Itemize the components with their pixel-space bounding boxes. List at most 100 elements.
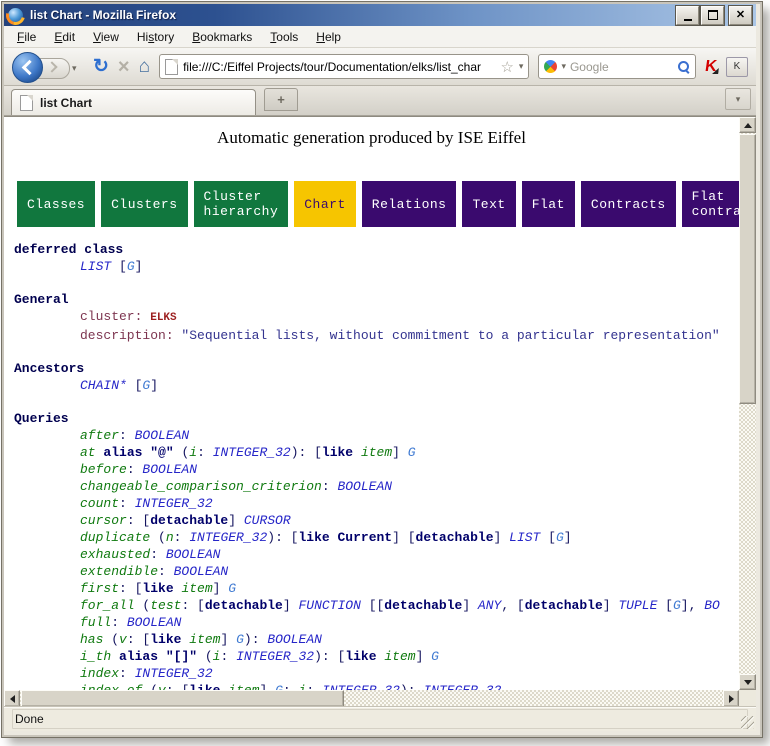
stop-button[interactable]: × (118, 57, 130, 77)
tab-bar: list Chart + ▾ (4, 86, 756, 116)
menu-item-view[interactable]: View (84, 27, 128, 47)
firefox-icon (8, 8, 23, 23)
home-button[interactable]: ⌂ (139, 57, 150, 76)
blank-line (4, 344, 739, 360)
nav-button-classes[interactable]: Classes (17, 181, 95, 227)
code-line: description: "Sequential lists, without … (4, 327, 739, 344)
url-input[interactable]: file:///C:/Eiffel Projects/tour/Document… (183, 60, 495, 74)
code-line: index_of (v: [like item] G; i: INTEGER_3… (4, 682, 739, 690)
title-bar[interactable]: list Chart - Mozilla Firefox ✕ (4, 4, 756, 26)
code-line: CHAIN* [G] (4, 377, 739, 394)
horizontal-scrollbar[interactable] (4, 690, 739, 707)
chevron-down-icon: ▾ (736, 95, 741, 104)
page-icon (165, 59, 178, 75)
arrow-up-icon (744, 119, 752, 128)
page-banner: Automatic generation produced by ISE Eif… (4, 128, 739, 148)
code-line: changeable_comparison_criterion: BOOLEAN (4, 478, 739, 495)
browser-window: list Chart - Mozilla Firefox ✕ FileEditV… (2, 2, 762, 737)
menu-item-bookmarks[interactable]: Bookmarks (183, 27, 261, 47)
tab-title: list Chart (40, 96, 92, 110)
scroll-left-button[interactable] (4, 690, 20, 707)
new-tab-button[interactable]: + (264, 88, 298, 111)
code-line: at alias "@" (i: INTEGER_32): [like item… (4, 444, 739, 461)
nav-button-contracts[interactable]: Contracts (581, 181, 676, 227)
search-icon[interactable] (677, 60, 690, 73)
nav-button-cluster-hierarchy[interactable]: Clusterhierarchy (194, 181, 289, 227)
nav-button-text[interactable]: Text (462, 181, 515, 227)
arrow-right-icon (729, 695, 738, 703)
reload-button[interactable]: ↻ (93, 57, 109, 76)
close-button[interactable]: ✕ (729, 6, 752, 25)
address-bar[interactable]: file:///C:/Eiffel Projects/tour/Document… (159, 54, 529, 79)
tab-page-icon (20, 95, 33, 111)
maximize-button[interactable] (701, 6, 724, 25)
horizontal-scroll-thumb[interactable] (21, 690, 344, 707)
code-line: exhausted: BOOLEAN (4, 546, 739, 563)
resize-grip[interactable] (741, 716, 754, 729)
code-line: duplicate (n: INTEGER_32): [like Current… (4, 529, 739, 546)
nav-button-relations[interactable]: Relations (362, 181, 457, 227)
url-dropdown-icon[interactable]: ▾ (519, 62, 524, 71)
back-button[interactable] (12, 52, 43, 83)
vertical-scrollbar[interactable] (739, 117, 756, 690)
minimize-button[interactable] (676, 6, 699, 25)
arrow-down-icon (744, 680, 752, 689)
search-input[interactable]: Google (570, 60, 673, 74)
search-engine-dropdown-icon[interactable]: ▾ (561, 62, 566, 71)
menu-item-edit[interactable]: Edit (45, 27, 84, 47)
code-line: LIST [G] (4, 258, 739, 275)
menu-item-history[interactable]: History (128, 27, 183, 47)
menu-bar: FileEditViewHistoryBookmarksToolsHelp (4, 26, 756, 48)
tab-list-chart[interactable]: list Chart (11, 89, 256, 115)
code-line: Ancestors (4, 360, 739, 377)
minimize-icon (684, 19, 692, 21)
code-line: cluster: ELKS (4, 308, 739, 327)
page-viewport: Automatic generation produced by ISE Eif… (4, 117, 739, 690)
nav-button-chart[interactable]: Chart (294, 181, 356, 227)
code-line: deferred class (4, 241, 739, 258)
code-line: cursor: [detachable] CURSOR (4, 512, 739, 529)
menu-item-file[interactable]: File (8, 27, 45, 47)
scrollbar-corner (739, 690, 756, 707)
kaspersky-icon[interactable]: K (704, 58, 718, 76)
k-toolbar-button[interactable]: K (726, 57, 748, 77)
document-body: deferred classLIST [G] Generalcluster: EL… (4, 241, 739, 690)
code-line: General (4, 291, 739, 308)
code-line: after: BOOLEAN (4, 427, 739, 444)
vertical-scroll-thumb[interactable] (739, 134, 756, 404)
bookmark-star-icon[interactable]: ☆ (500, 58, 513, 76)
code-line: extendible: BOOLEAN (4, 563, 739, 580)
menu-item-tools[interactable]: Tools (261, 27, 307, 47)
code-line: Queries (4, 410, 739, 427)
blank-line (4, 275, 739, 291)
back-icon (21, 59, 37, 75)
nav-button-row: ClassesClustersClusterhierarchyChartRela… (17, 181, 739, 227)
code-line: first: [like item] G (4, 580, 739, 597)
navigation-toolbar: ▾ ↻ × ⌂ file:///C:/Eiffel Projects/tour/… (4, 48, 756, 86)
browser-content-area: Automatic generation produced by ISE Eif… (4, 116, 756, 706)
status-text: Done (12, 709, 748, 729)
window-title: list Chart - Mozilla Firefox (30, 8, 676, 22)
back-forward-group: ▾ (12, 52, 84, 82)
google-icon (544, 60, 557, 73)
code-line: i_th alias "[]" (i: INTEGER_32): [like i… (4, 648, 739, 665)
scroll-down-button[interactable] (739, 674, 756, 690)
maximize-icon (708, 10, 718, 20)
code-line: index: INTEGER_32 (4, 665, 739, 682)
status-bar: Done (4, 706, 756, 731)
history-dropdown-icon[interactable]: ▾ (72, 64, 77, 73)
nav-button-clusters[interactable]: Clusters (101, 181, 187, 227)
nav-button-flat-contracts[interactable]: Flatcontracts (682, 181, 739, 227)
nav-button-flat[interactable]: Flat (522, 181, 575, 227)
code-line: full: BOOLEAN (4, 614, 739, 631)
scroll-up-button[interactable] (739, 117, 756, 133)
code-line: count: INTEGER_32 (4, 495, 739, 512)
code-line: has (v: [like item] G): BOOLEAN (4, 631, 739, 648)
scroll-right-button[interactable] (723, 690, 739, 707)
close-icon: ✕ (736, 10, 745, 21)
search-box[interactable]: ▾ Google (538, 54, 696, 79)
menu-item-help[interactable]: Help (307, 27, 350, 47)
blank-line (4, 394, 739, 410)
list-all-tabs-button[interactable]: ▾ (725, 88, 751, 110)
arrow-left-icon (6, 695, 15, 703)
